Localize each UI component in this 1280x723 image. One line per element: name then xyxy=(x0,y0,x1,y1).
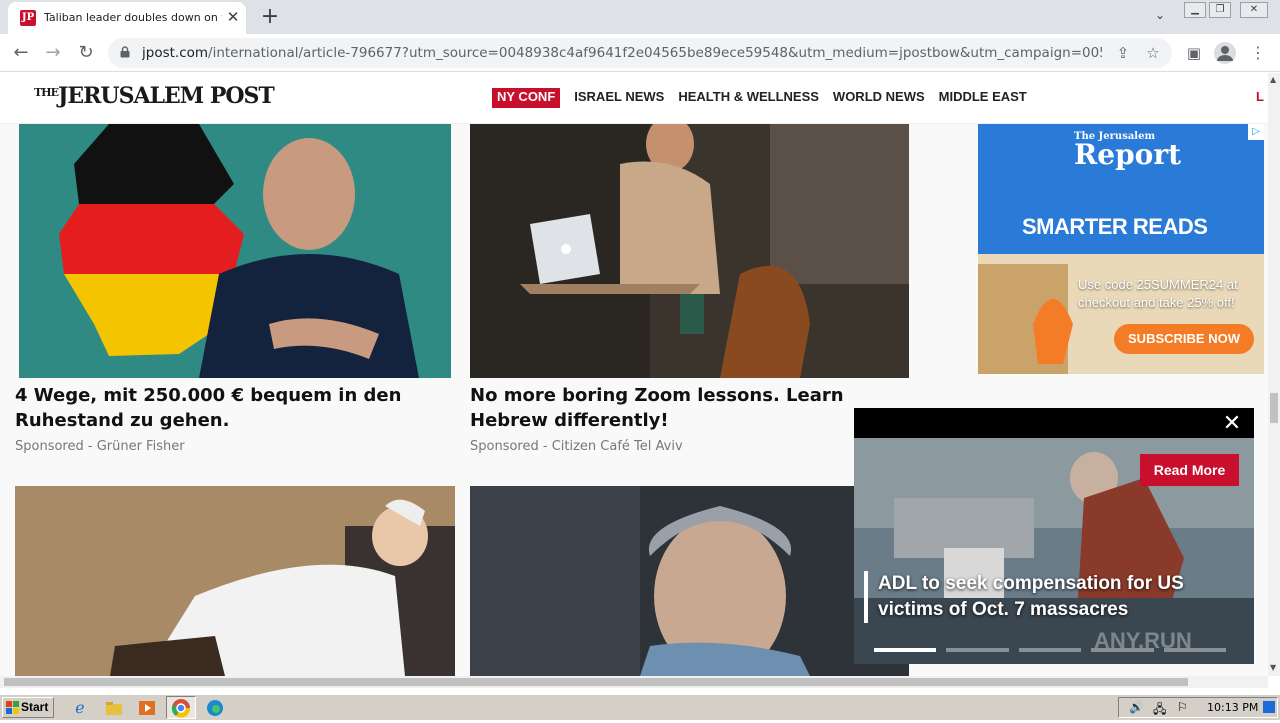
star-icon[interactable]: ☆ xyxy=(1142,42,1164,64)
minimize-button[interactable]: ▁ xyxy=(1184,2,1206,18)
popup-close-icon[interactable]: ✕ xyxy=(1220,412,1244,436)
url-host: jpost.com xyxy=(142,45,209,61)
scroll-up-icon[interactable]: ▲ xyxy=(1270,75,1276,84)
reload-icon[interactable]: ↻ xyxy=(73,40,99,66)
progress-segment[interactable] xyxy=(1091,648,1154,652)
start-label: Start xyxy=(21,700,49,714)
card-2-sponsor[interactable]: Sponsored - Citizen Café Tel Aviv xyxy=(470,439,683,454)
window-close-button[interactable]: ✕ xyxy=(1240,2,1268,18)
nav-item-world-news[interactable]: WORLD NEWS xyxy=(833,88,925,108)
horizontal-scrollbar[interactable] xyxy=(0,676,1268,688)
jpost-favicon-icon: JP xyxy=(20,10,36,26)
address-bar[interactable]: jpost.com/international/article-796677?u… xyxy=(108,38,1172,68)
back-icon[interactable]: ← xyxy=(8,40,34,66)
vertical-scrollbar[interactable]: ▲ ▼ xyxy=(1268,73,1280,676)
chrome-taskbar-button[interactable] xyxy=(166,696,196,719)
clock[interactable]: 10:13 PM xyxy=(1207,701,1258,714)
site-logo[interactable]: THEJERUSALEM POST xyxy=(34,83,275,113)
card-1-sponsor[interactable]: Sponsored - Grüner Fisher xyxy=(15,439,185,454)
flag-icon[interactable]: ⚐ xyxy=(1177,700,1188,714)
ad-brand: Report xyxy=(1074,138,1182,171)
scroll-thumb[interactable] xyxy=(1270,393,1278,423)
windows-taskbar: Start ℯ 🔊 🖧 ⚐ 10:13 PM xyxy=(0,694,1280,720)
ad-subscribe-button[interactable]: SUBSCRIBE NOW xyxy=(1114,324,1254,354)
jerusalem-report-ad[interactable]: The Jerusalem Report SMARTER READS Use c… xyxy=(978,124,1264,374)
windows-logo-icon xyxy=(6,701,19,714)
folder-icon[interactable] xyxy=(104,698,124,718)
card-2-headline[interactable]: No more boring Zoom lessons. Learn Hebre… xyxy=(470,383,910,433)
share-icon[interactable]: ⇪ xyxy=(1112,42,1134,64)
system-tray: 🔊 🖧 ⚐ 10:13 PM xyxy=(1118,697,1278,718)
main-nav: NY CONF ISRAEL NEWS HEALTH & WELLNESS WO… xyxy=(492,88,1027,108)
nav-item-middle-east[interactable]: MIDDLE EAST xyxy=(939,88,1027,108)
card-1-image[interactable] xyxy=(19,124,451,378)
video-popup: ✕ ANY.RUN Read More ADL to seek compensa… xyxy=(854,408,1254,664)
ad-promo: Use code 25SUMMER24 at checkout and take… xyxy=(1078,277,1238,310)
logo-the: THE xyxy=(34,86,59,99)
sidepanel-icon[interactable]: ▣ xyxy=(1181,40,1207,66)
site-header: THEJERUSALEM POST NY CONF ISRAEL NEWS HE… xyxy=(0,73,1268,123)
browser-tab[interactable]: JP Taliban leader doubles down on treat … xyxy=(8,2,246,34)
card-4-image[interactable] xyxy=(470,486,909,676)
nav-item-israel-news[interactable]: ISRAEL NEWS xyxy=(574,88,664,108)
progress-segment[interactable] xyxy=(874,648,937,652)
read-more-button[interactable]: Read More xyxy=(1140,454,1239,486)
volume-icon[interactable]: 🔊 xyxy=(1129,700,1144,714)
tab-close-icon[interactable]: ✕ xyxy=(224,8,242,26)
start-button[interactable]: Start xyxy=(2,697,54,718)
nav-item-ny-conf[interactable]: NY CONF xyxy=(492,88,561,108)
show-desktop-icon[interactable] xyxy=(1263,701,1275,713)
restore-button[interactable]: ❐ xyxy=(1209,2,1231,18)
hscroll-thumb[interactable] xyxy=(4,678,1188,686)
browser-toolbar: ← → ↻ jpost.com/international/article-79… xyxy=(0,34,1280,72)
forward-icon[interactable]: → xyxy=(40,40,66,66)
tab-search-icon[interactable]: ⌄ xyxy=(1150,8,1170,26)
url-path: /international/article-796677?utm_source… xyxy=(208,45,1102,61)
logo-main: JERUSALEM POST xyxy=(57,83,275,109)
card-2-image[interactable] xyxy=(470,124,909,378)
profile-icon[interactable] xyxy=(1214,42,1236,64)
progress-segment[interactable] xyxy=(1018,648,1082,652)
ad-headline: SMARTER READS xyxy=(1022,214,1208,239)
tab-title: Taliban leader doubles down on treat xyxy=(44,11,222,24)
media-player-icon[interactable] xyxy=(137,698,157,718)
new-tab-button[interactable]: + xyxy=(258,6,282,30)
progress-segment[interactable] xyxy=(946,648,1009,652)
card-1-headline[interactable]: 4 Wege, mit 250.000 € bequem in den Ruhe… xyxy=(15,383,435,433)
ie-icon[interactable]: ℯ xyxy=(70,698,90,718)
tab-strip: JP Taliban leader doubles down on treat … xyxy=(0,0,1280,34)
nav-item-health-wellness[interactable]: HEALTH & WELLNESS xyxy=(678,88,819,108)
menu-icon[interactable]: ⋮ xyxy=(1248,42,1268,64)
progress-segment[interactable] xyxy=(1163,648,1227,652)
edge-icon[interactable] xyxy=(205,698,225,718)
popup-caption[interactable]: ADL to seek compensation for US victims … xyxy=(864,571,1224,623)
lock-icon[interactable] xyxy=(120,46,130,58)
scroll-down-icon[interactable]: ▼ xyxy=(1270,663,1276,672)
card-3-image[interactable] xyxy=(15,486,455,676)
network-icon[interactable]: 🖧 xyxy=(1153,700,1166,721)
url-text[interactable]: jpost.com/international/article-796677?u… xyxy=(142,45,1102,61)
nav-item-truncated[interactable]: L xyxy=(1256,89,1264,104)
chrome-icon xyxy=(171,699,191,718)
popup-progress xyxy=(874,648,1227,652)
adchoices-icon[interactable]: ▷ xyxy=(1248,124,1264,140)
